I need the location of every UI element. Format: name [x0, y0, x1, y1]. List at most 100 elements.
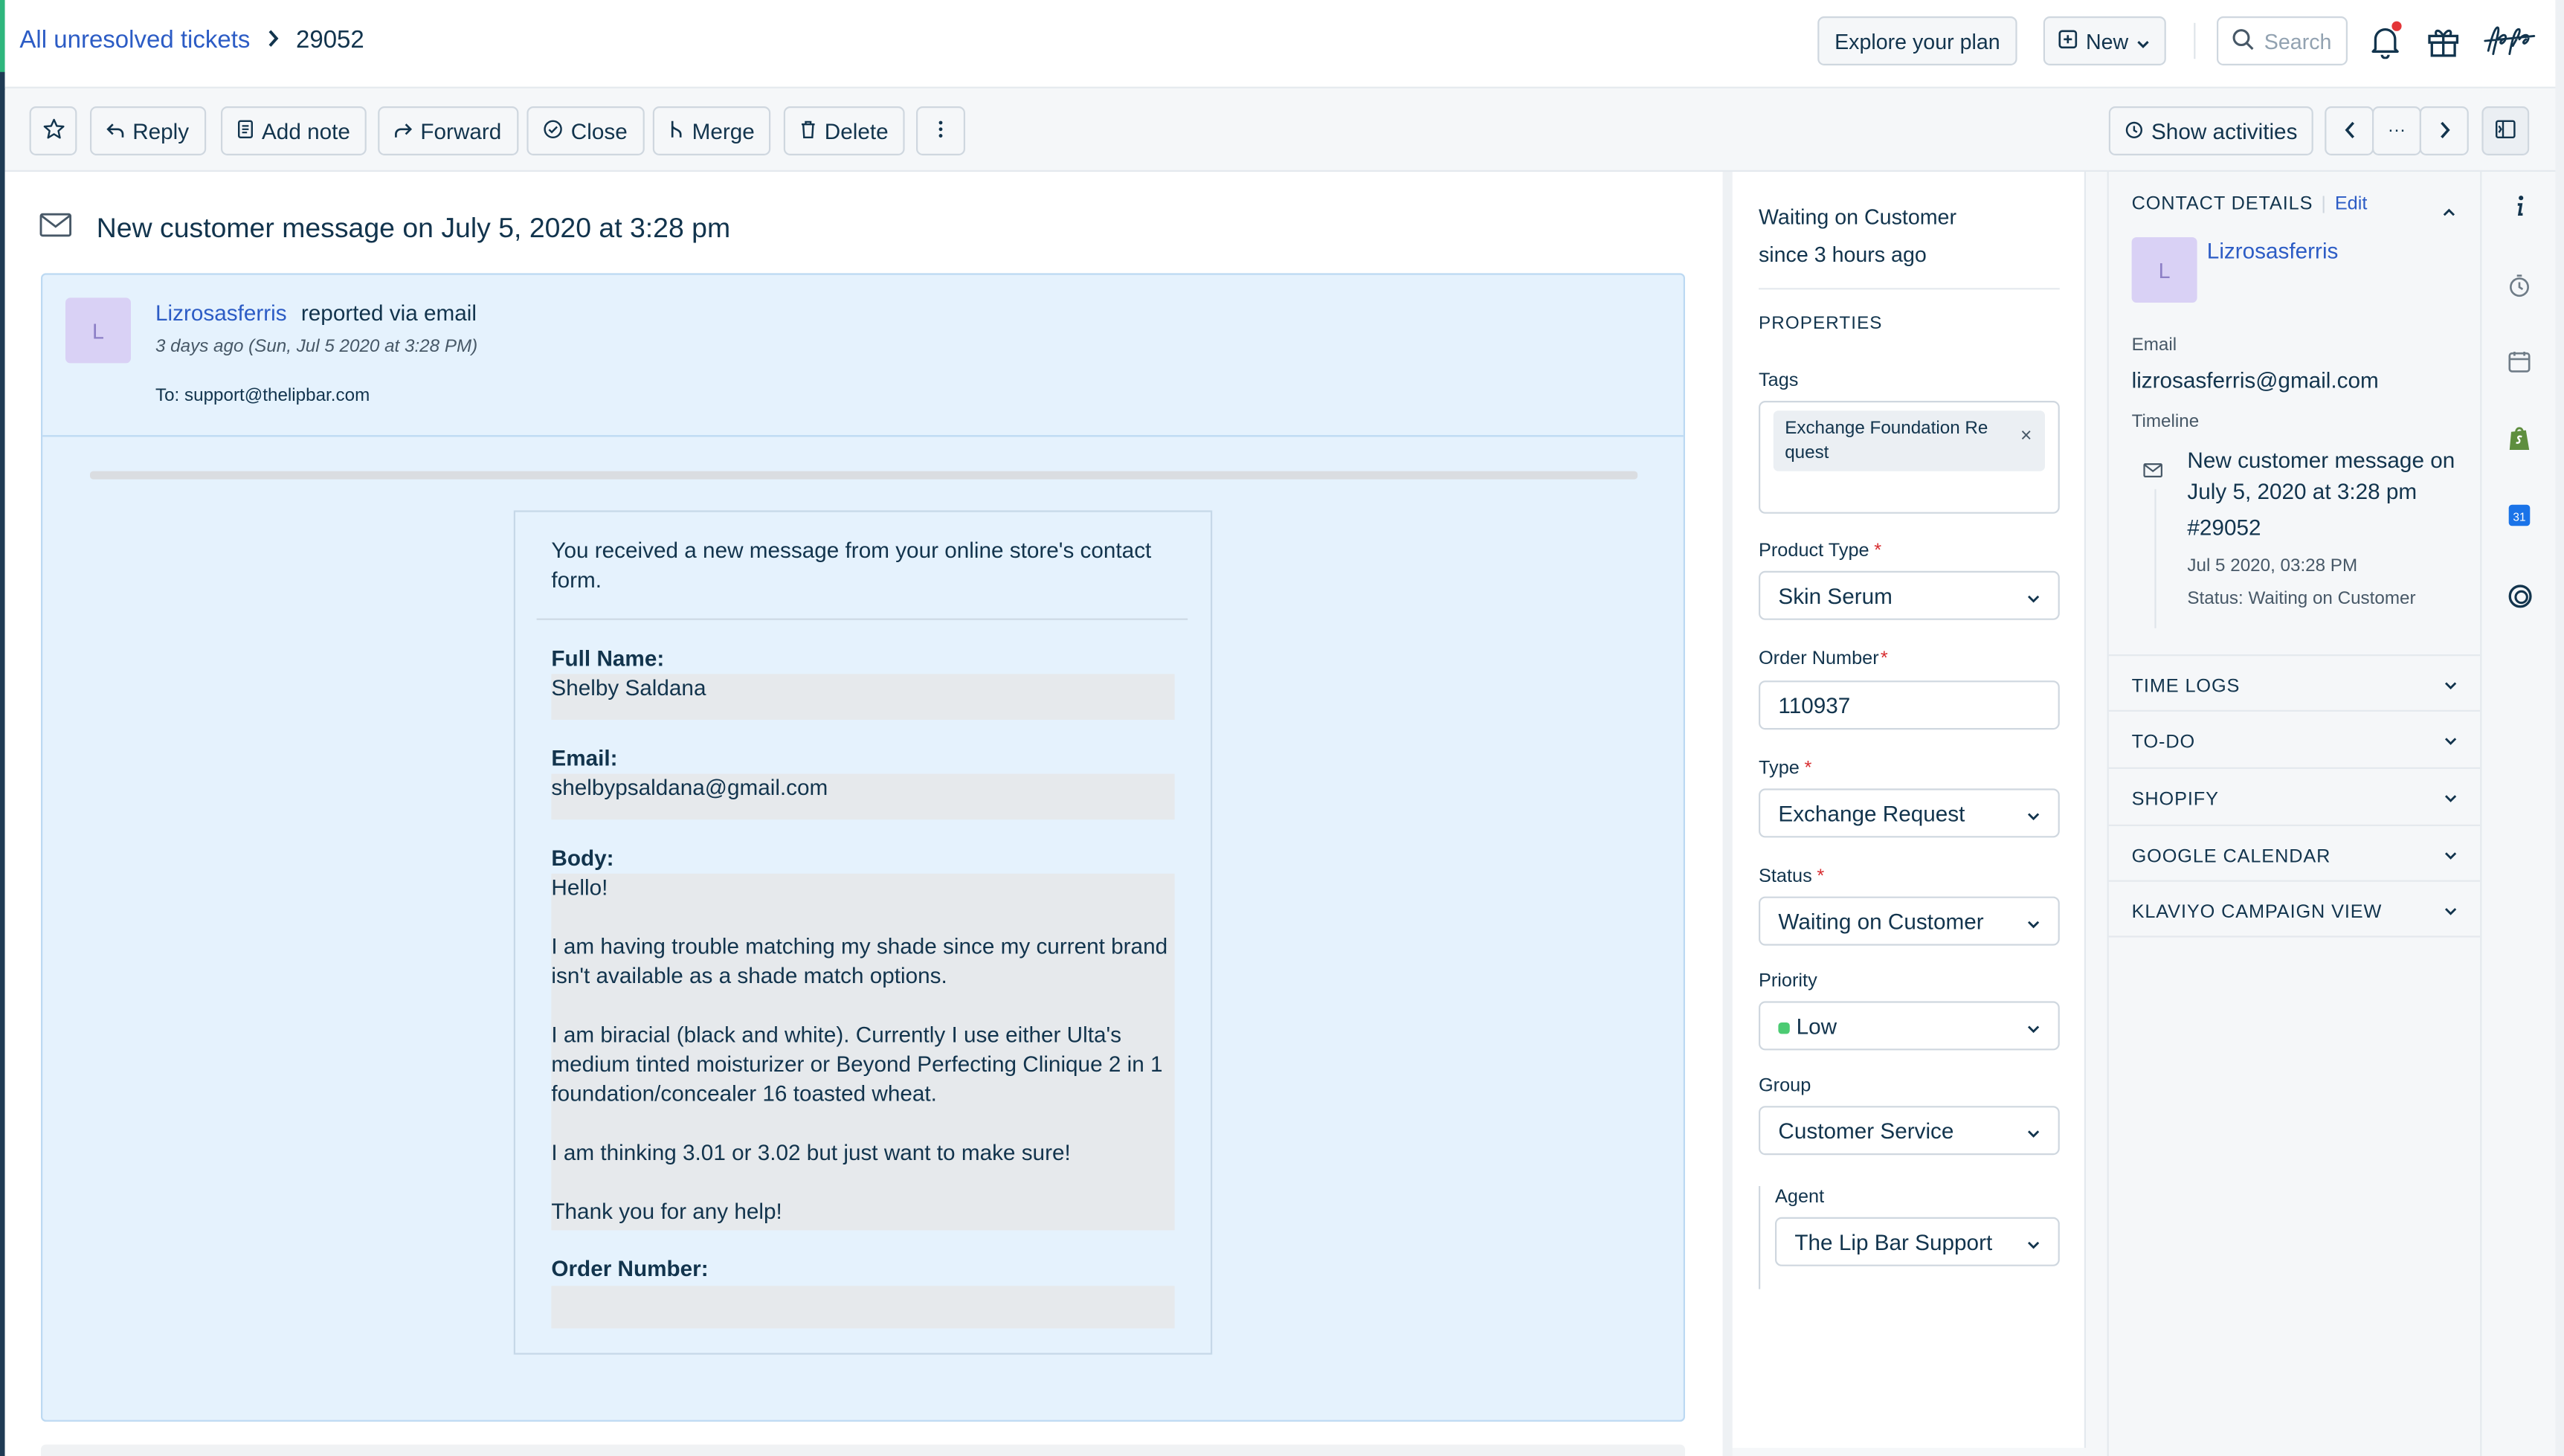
next-ticket-button[interactable]	[2419, 106, 2469, 155]
close-icon[interactable]: ×	[2020, 424, 2032, 448]
message-recipient: To: support@thelipbar.com	[155, 386, 370, 406]
agent-select[interactable]: The Lip Bar Support	[1775, 1217, 2060, 1266]
merge-icon	[669, 119, 684, 144]
product-type-select[interactable]: Skin Serum	[1759, 570, 2060, 620]
envelope-icon	[2143, 457, 2162, 486]
contact-email: lizrosasferris@gmail.com	[2131, 368, 2379, 393]
page-scrollbar[interactable]	[2555, 0, 2564, 1456]
type-value: Exchange Request	[1778, 800, 1965, 825]
add-note-label: Add note	[262, 118, 350, 144]
klaviyo-icon[interactable]	[2502, 578, 2537, 613]
product-type-value: Skin Serum	[1778, 583, 1893, 608]
contact-name-link[interactable]: Lizrosasferris	[2207, 239, 2339, 263]
status-summary-title: Waiting on Customer	[1759, 204, 1956, 229]
status-select[interactable]: Waiting on Customer	[1759, 896, 2060, 946]
forward-button[interactable]: Forward	[378, 106, 518, 155]
chevron-up-icon[interactable]	[2443, 196, 2456, 226]
gift-icon[interactable]	[2421, 19, 2464, 62]
brand-signature-logo[interactable]	[2481, 19, 2537, 62]
priority-label: Priority	[1759, 971, 1817, 992]
body-paragraph: I am thinking 3.01 or 3.02 but just want…	[551, 1140, 1071, 1165]
timeline-item-date: Jul 5 2020, 03:28 PM	[2187, 556, 2358, 576]
email-divider	[536, 618, 1188, 620]
ticket-list-button[interactable]: ···	[2372, 106, 2421, 155]
search-input[interactable]: Search	[2217, 16, 2348, 65]
delete-label: Delete	[824, 118, 889, 144]
delete-button[interactable]: Delete	[783, 106, 905, 155]
chevron-down-icon	[2136, 29, 2150, 54]
search-icon	[2232, 27, 2255, 54]
section-label: SHOPIFY	[2131, 790, 2219, 810]
section-google-calendar[interactable]: GOOGLE CALENDAR	[2108, 824, 2481, 882]
previous-ticket-button[interactable]	[2325, 106, 2374, 155]
top-header: All unresolved tickets 29052 Explore you…	[4, 0, 2564, 88]
ticket-toolbar: Reply Add note Forward Close Merge Delet…	[4, 90, 2560, 172]
priority-value-wrap: Low	[1778, 1014, 1837, 1038]
timeline-item-title[interactable]: New customer message on July 5, 2020 at …	[2187, 445, 2465, 507]
agent-value: The Lip Bar Support	[1794, 1229, 1993, 1254]
bell-icon[interactable]	[2364, 19, 2406, 62]
section-label: TIME LOGS	[2131, 677, 2241, 698]
chevron-down-icon	[2027, 1014, 2040, 1038]
body-paragraph: I am having trouble matching my shade si…	[551, 934, 1168, 988]
properties-heading: PROPERTIES	[1759, 314, 1883, 334]
type-select[interactable]: Exchange Request	[1759, 788, 2060, 838]
order-number-field-label-text: Order Number	[1759, 649, 1879, 669]
order-number-field[interactable]: 110937	[1759, 680, 2060, 730]
ticket-subject-title: New customer message on July 5, 2020 at …	[96, 213, 731, 244]
chevron-down-icon	[2444, 790, 2458, 825]
card-divider	[42, 435, 1684, 437]
contact-avatar[interactable]: L	[2131, 237, 2197, 303]
chevron-down-icon	[2444, 903, 2458, 935]
edit-contact-link[interactable]: Edit	[2335, 195, 2368, 214]
breadcrumb-link[interactable]: All unresolved tickets	[19, 26, 250, 54]
calendar-icon[interactable]	[2502, 344, 2537, 379]
kebab-icon	[938, 119, 944, 144]
info-icon[interactable]	[2502, 188, 2537, 224]
show-activities-button[interactable]: Show activities	[2108, 106, 2314, 155]
group-value: Customer Service	[1778, 1118, 1954, 1143]
priority-select[interactable]: Low	[1759, 1001, 2060, 1051]
toggle-sidebar-button[interactable]	[2481, 106, 2530, 155]
section-time-logs[interactable]: TIME LOGS	[2108, 654, 2481, 712]
reporter-name-link[interactable]: Lizrosasferris	[155, 301, 287, 326]
notification-dot	[2391, 21, 2402, 31]
email-body: You received a new message from your onl…	[513, 510, 1213, 1355]
chevron-right-icon	[266, 28, 280, 52]
explore-plan-button[interactable]: Explore your plan	[1817, 16, 2017, 65]
tag-chip: Exchange Foundation Re quest ×	[1773, 410, 2045, 471]
section-to-do[interactable]: TO-DO	[2108, 709, 2481, 767]
trash-icon	[800, 119, 816, 144]
avatar[interactable]: L	[65, 297, 131, 364]
full-name-value: Shelby Saldana	[551, 674, 1175, 720]
more-horizontal-icon: ···	[2387, 120, 2406, 141]
chevron-down-icon	[2027, 583, 2040, 608]
more-options-button[interactable]	[916, 106, 965, 155]
timeline-item-number[interactable]: #29052	[2187, 515, 2261, 540]
shopify-icon[interactable]	[2502, 420, 2537, 456]
timer-icon[interactable]	[2502, 267, 2537, 303]
product-type-label: Product Type *	[1759, 541, 1881, 561]
reply-icon	[106, 119, 124, 144]
new-button[interactable]: New	[2043, 16, 2166, 65]
close-button[interactable]: Close	[526, 106, 644, 155]
email-value: shelbypsaldana@gmail.com	[551, 773, 1175, 820]
reply-button[interactable]: Reply	[90, 106, 206, 155]
priority-value: Low	[1796, 1013, 1837, 1038]
new-label: New	[2086, 28, 2129, 54]
chevron-left-icon	[2344, 119, 2355, 144]
tags-input[interactable]: Exchange Foundation Re quest ×	[1759, 401, 2060, 514]
body-paragraph: Hello!	[551, 875, 608, 900]
section-shopify[interactable]: SHOPIFY	[2108, 767, 2481, 825]
star-button[interactable]	[29, 106, 77, 155]
group-select[interactable]: Customer Service	[1759, 1106, 2060, 1156]
close-label: Close	[570, 118, 628, 144]
contact-panel: CONTACT DETAILS | Edit L Lizrosasferris …	[2107, 172, 2481, 1456]
reporter-line: Lizrosasferris reported via email	[155, 301, 477, 326]
section-klaviyo[interactable]: KLAVIYO CAMPAIGN VIEW	[2108, 880, 2481, 938]
merge-button[interactable]: Merge	[652, 106, 771, 155]
add-note-button[interactable]: Add note	[221, 106, 367, 155]
sidebar-panel-icon	[2495, 119, 2516, 144]
google-calendar-icon[interactable]: 31	[2502, 497, 2537, 533]
plus-square-icon	[2058, 29, 2078, 54]
